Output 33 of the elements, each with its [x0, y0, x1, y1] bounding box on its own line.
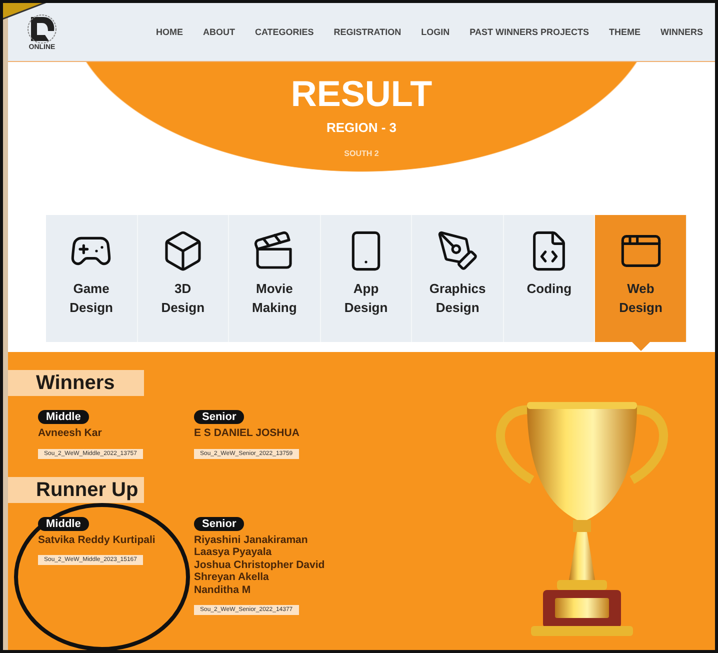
nav-link[interactable]: PAST WINNERS PROJECTS: [470, 27, 589, 37]
participant-name: Avneesh Kar: [38, 427, 102, 440]
category-tab[interactable]: Graphics Design: [412, 215, 504, 342]
participant-name: Riyashini Janakiraman: [194, 534, 309, 546]
section-heading: Winners: [8, 370, 144, 396]
level-badge: Senior: [194, 516, 244, 530]
logo-icon: [27, 14, 57, 44]
pen-tool-icon: [436, 229, 480, 273]
page-title: RESULT: [290, 74, 432, 114]
participant-name: Laasya Pyayala: [194, 546, 273, 558]
participant-name: Nanditha M: [194, 584, 252, 596]
category-tab[interactable]: Movie Making: [229, 215, 321, 342]
category-tab[interactable]: Game Design: [46, 215, 138, 342]
region-title: REGION - 3: [326, 120, 397, 135]
nav-link[interactable]: WINNERS: [660, 27, 703, 37]
category-tab[interactable]: App Design: [320, 215, 412, 342]
participant-name: E S DANIEL JOSHUA: [194, 427, 300, 440]
nav-link[interactable]: ABOUT: [202, 27, 235, 37]
nav-link[interactable]: HOME: [156, 27, 183, 37]
category-tab[interactable]: 3D Design: [138, 215, 230, 342]
level-badge: Middle: [38, 410, 89, 424]
participant-name: Joshua Christopher David: [194, 558, 325, 571]
nav-link[interactable]: THEME: [609, 27, 640, 37]
participant-name: Satvika Reddy Kurtipali: [38, 534, 156, 546]
section-heading: Runner Up: [8, 476, 144, 502]
nav-link[interactable]: CATEGORIES: [254, 27, 314, 37]
level-badge: Senior: [194, 410, 244, 424]
subregion-title: SOUTH 2: [344, 149, 379, 158]
level-badge: Middle: [38, 516, 89, 530]
nav-link[interactable]: LOGIN: [421, 27, 450, 37]
category-tab[interactable]: Coding: [504, 215, 596, 342]
participant-name: Shreyan Akella: [194, 571, 270, 584]
nav-link[interactable]: REGISTRATION: [334, 27, 402, 37]
